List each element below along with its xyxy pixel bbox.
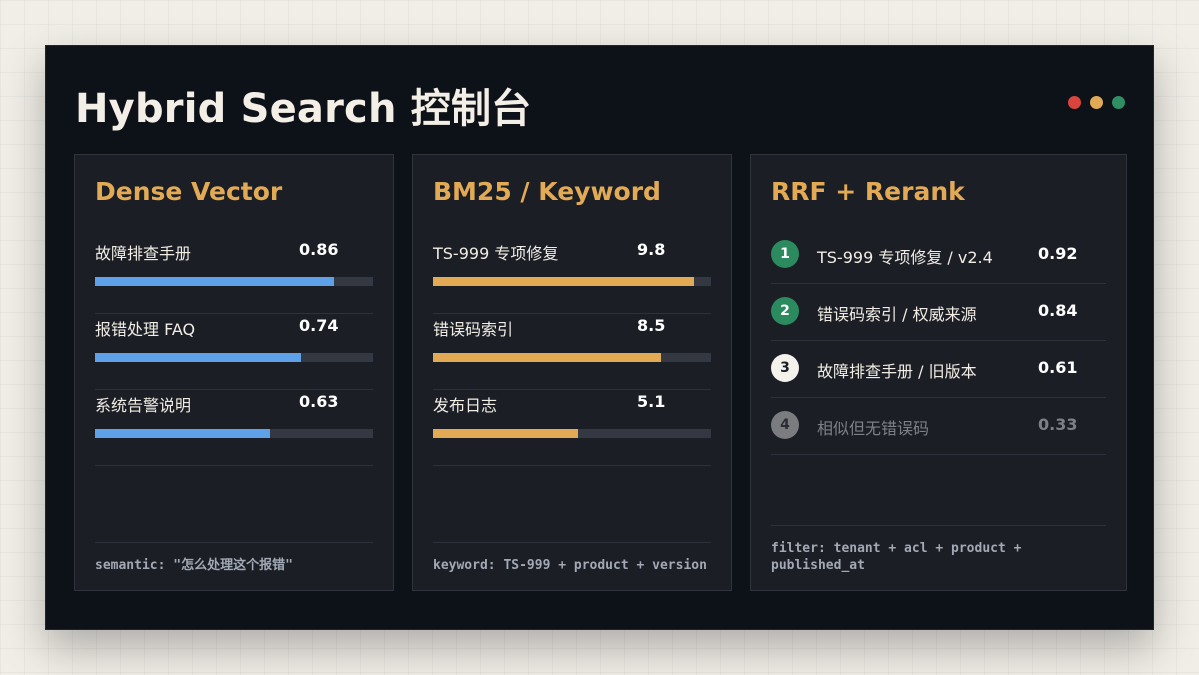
rrf-rerank-panel: RRF + Rerank 1 TS-999 专项修复 / v2.4 0.92 2…	[750, 154, 1127, 591]
score-bar-track	[95, 353, 373, 362]
rank-badge: 2	[771, 297, 799, 325]
score-bar-track	[433, 277, 711, 286]
rank-badge: 1	[771, 240, 799, 268]
score-bar-fill	[433, 353, 661, 362]
bm25-keyword-title: BM25 / Keyword	[433, 177, 661, 206]
dense-result-row[interactable]: 系统告警说明 0.63	[95, 390, 373, 466]
ranked-result-label: 相似但无错误码	[817, 419, 930, 438]
score-bar-fill	[95, 429, 271, 438]
score-bar-fill	[95, 277, 335, 286]
ranked-result-row[interactable]: 4 相似但无错误码 0.33	[771, 398, 1106, 455]
ranked-result-score: 0.33	[1038, 415, 1078, 434]
result-label: TS-999 专项修复	[433, 244, 559, 263]
maximize-dot-icon[interactable]	[1112, 96, 1125, 109]
window-controls	[1068, 96, 1125, 109]
score-bar-fill	[433, 277, 695, 286]
ranked-result-score: 0.92	[1038, 244, 1078, 263]
score-bar-track	[433, 429, 711, 438]
rrf-rerank-title: RRF + Rerank	[771, 177, 965, 206]
hybrid-search-console-window: Hybrid Search 控制台 Dense Vector 故障排查手册 0.…	[45, 45, 1154, 630]
ranked-result-score: 0.84	[1038, 301, 1078, 320]
dense-vector-panel: Dense Vector 故障排查手册 0.86 报错处理 FAQ 0.74 系…	[74, 154, 394, 591]
close-dot-icon[interactable]	[1068, 96, 1081, 109]
ranked-result-row[interactable]: 3 故障排查手册 / 旧版本 0.61	[771, 341, 1106, 398]
ranked-result-label: TS-999 专项修复 / v2.4	[817, 248, 993, 267]
rank-badge: 4	[771, 411, 799, 439]
ranked-result-row[interactable]: 2 错误码索引 / 权威来源 0.84	[771, 284, 1106, 341]
result-label: 发布日志	[433, 396, 498, 415]
keyword-result-row[interactable]: TS-999 专项修复 9.8	[433, 238, 711, 314]
ranked-result-score: 0.61	[1038, 358, 1078, 377]
result-label: 故障排查手册	[95, 244, 192, 263]
score-bar-fill	[433, 429, 578, 438]
score-bar-track	[95, 277, 373, 286]
page-title: Hybrid Search 控制台	[75, 86, 532, 132]
result-score: 0.63	[299, 392, 339, 411]
ranked-result-row[interactable]: 1 TS-999 专项修复 / v2.4 0.92	[771, 227, 1106, 284]
result-score: 9.8	[637, 240, 666, 259]
result-label: 报错处理 FAQ	[95, 320, 196, 339]
keyword-result-row[interactable]: 发布日志 5.1	[433, 390, 711, 466]
result-score: 5.1	[637, 392, 666, 411]
result-score: 0.86	[299, 240, 339, 259]
dense-result-row[interactable]: 故障排查手册 0.86	[95, 238, 373, 314]
dense-vector-title: Dense Vector	[95, 177, 283, 206]
minimize-dot-icon[interactable]	[1090, 96, 1103, 109]
keyword-query-footer: keyword: TS-999 + product + version	[433, 542, 711, 574]
keyword-result-row[interactable]: 错误码索引 8.5	[433, 314, 711, 390]
rank-badge: 3	[771, 354, 799, 382]
ranked-result-label: 故障排查手册 / 旧版本	[817, 362, 977, 381]
bm25-keyword-panel: BM25 / Keyword TS-999 专项修复 9.8 错误码索引 8.5…	[412, 154, 732, 591]
dense-result-row[interactable]: 报错处理 FAQ 0.74	[95, 314, 373, 390]
result-label: 系统告警说明	[95, 396, 192, 415]
result-label: 错误码索引	[433, 320, 514, 339]
ranked-result-label: 错误码索引 / 权威来源	[817, 305, 977, 324]
score-bar-fill	[95, 353, 301, 362]
score-bar-track	[433, 353, 711, 362]
semantic-query-footer: semantic: "怎么处理这个报错"	[95, 542, 373, 574]
score-bar-track	[95, 429, 373, 438]
filter-footer: filter: tenant + acl + product + publish…	[771, 525, 1106, 574]
result-score: 0.74	[299, 316, 339, 335]
result-score: 8.5	[637, 316, 666, 335]
